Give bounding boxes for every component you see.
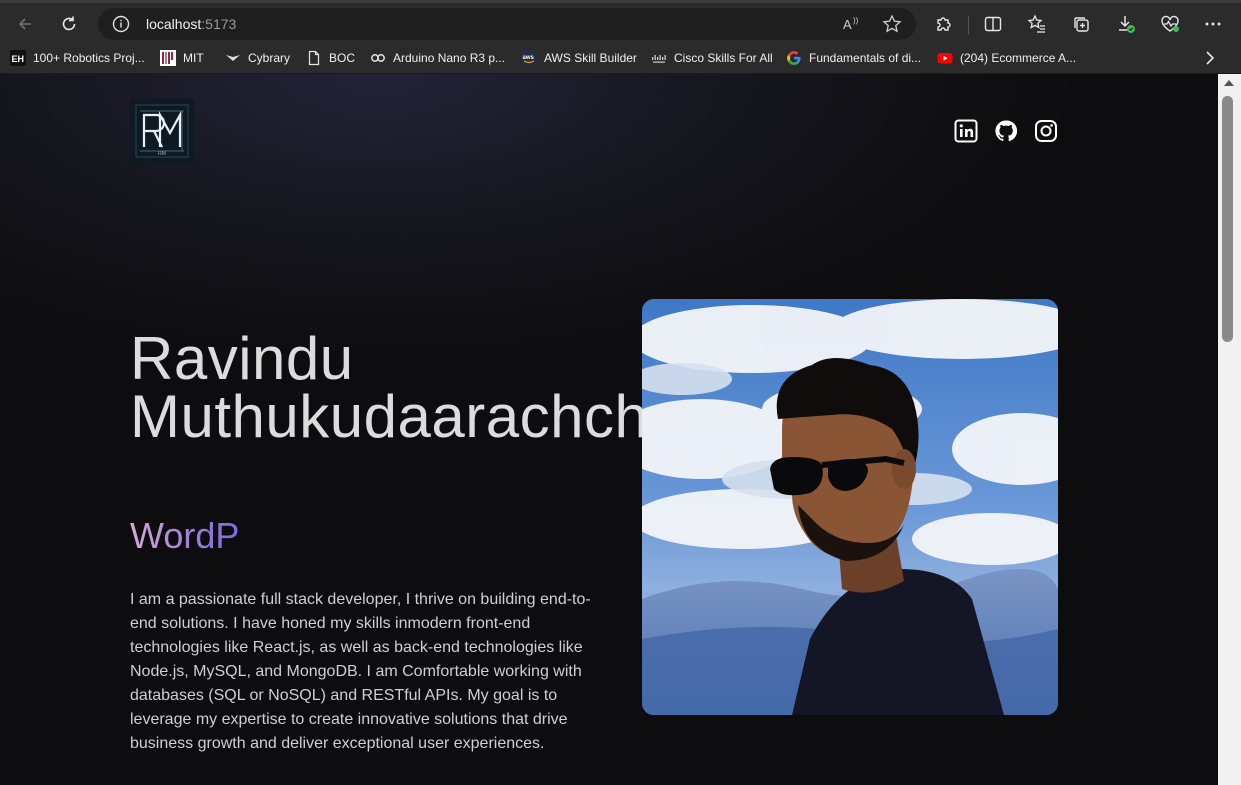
page-viewport: RM Ravindu Muthukudaarachchi WordP I am … — [0, 74, 1241, 785]
split-screen-button[interactable] — [982, 13, 1004, 35]
bookmark-item[interactable]: EH 100+ Robotics Proj... — [10, 48, 145, 68]
favorites-list-icon — [1027, 14, 1045, 33]
scroll-up-arrow-icon[interactable] — [1224, 80, 1234, 86]
url-host: localhost — [146, 16, 202, 32]
first-name: Ravindu — [130, 325, 354, 392]
bookmark-item[interactable]: Cisco Skills For All — [651, 48, 773, 68]
read-aloud-icon[interactable]: A)) — [842, 14, 862, 34]
mit-icon — [160, 50, 176, 66]
heart-pulse-icon — [1161, 15, 1179, 32]
favorite-star-icon[interactable] — [882, 14, 902, 34]
extensions-button[interactable] — [933, 13, 955, 35]
linkedin-icon[interactable] — [954, 119, 978, 143]
bookmark-item[interactable]: Fundamentals of di... — [786, 48, 921, 68]
chevron-right-icon[interactable] — [1203, 50, 1217, 66]
bookmark-label: AWS Skill Builder — [544, 51, 637, 65]
bio-paragraph: I am a passionate full stack developer, … — [130, 591, 591, 752]
bookmark-label: Cybrary — [248, 51, 291, 65]
browser-toolbar: localhost:5173 A)) — [0, 0, 1241, 42]
cisco-icon — [651, 50, 667, 66]
bookmark-item[interactable]: Cybrary — [225, 48, 290, 68]
bookmark-label: (204) Ecommerce A... — [960, 51, 1077, 65]
hero-name: Ravindu Muthukudaarachchi — [130, 325, 663, 450]
bookmark-item[interactable]: (204) Ecommerce A... — [937, 48, 1076, 68]
more-options-icon — [1205, 22, 1221, 26]
puzzle-icon — [937, 17, 951, 31]
last-name: Muthukudaarachchi — [130, 383, 663, 450]
profile-photo — [642, 299, 1058, 715]
back-arrow-icon — [18, 18, 31, 30]
svg-text:EH: EH — [12, 54, 25, 64]
reload-button[interactable] — [55, 10, 83, 38]
url-text: localhost:5173 — [146, 16, 236, 32]
svg-text:aws: aws — [523, 55, 535, 61]
page-icon — [306, 50, 322, 66]
reload-icon — [62, 16, 76, 31]
bookmark-item[interactable]: Arduino Nano R3 p... — [370, 48, 505, 68]
site-info-icon[interactable] — [112, 15, 130, 33]
toolbar-divider — [968, 16, 969, 34]
bookmark-item[interactable]: BOC — [306, 48, 355, 68]
favorites-button[interactable] — [1026, 13, 1048, 35]
bookmarks-bar: EH 100+ Robotics Proj... MIT Cybrary BOC… — [0, 42, 1241, 74]
logo-text: RM — [158, 151, 166, 157]
bookmark-label: Cisco Skills For All — [674, 51, 773, 65]
github-icon[interactable] — [994, 119, 1018, 143]
rm-logo-icon: RM — [135, 104, 189, 158]
bookmark-item[interactable]: aws AWS Skill Builder — [521, 48, 637, 68]
browser-essentials-button[interactable] — [1159, 13, 1181, 35]
bookmark-label: Fundamentals of di... — [809, 51, 922, 65]
aws-icon: aws — [521, 50, 537, 66]
collections-icon — [1074, 17, 1089, 32]
page-scrollbar[interactable] — [1218, 74, 1241, 785]
svg-text:)): )) — [853, 16, 859, 25]
svg-text:A: A — [843, 17, 852, 32]
collections-button[interactable] — [1070, 13, 1092, 35]
site-logo[interactable]: RM — [130, 99, 194, 163]
split-screen-icon — [984, 16, 1002, 32]
bookmark-label: MIT — [183, 51, 204, 65]
typing-role-text: WordP — [130, 515, 240, 556]
address-bar[interactable]: localhost:5173 A)) — [98, 8, 916, 40]
settings-menu-button[interactable] — [1202, 13, 1224, 35]
eh-icon: EH — [10, 50, 26, 66]
download-icon — [1119, 16, 1135, 33]
scroll-thumb[interactable] — [1222, 96, 1233, 342]
bookmark-item[interactable]: MIT — [160, 48, 204, 68]
url-port: :5173 — [201, 16, 237, 32]
youtube-icon — [937, 50, 953, 66]
downloads-button[interactable] — [1115, 13, 1137, 35]
bookmark-label: 100+ Robotics Proj... — [33, 51, 145, 65]
google-icon — [786, 50, 802, 66]
arduino-icon — [370, 50, 386, 66]
bookmark-label: Arduino Nano R3 p... — [393, 51, 506, 65]
bookmark-label: BOC — [329, 51, 356, 65]
instagram-icon[interactable] — [1034, 119, 1058, 143]
cybrary-icon — [225, 50, 241, 66]
back-button[interactable] — [11, 10, 39, 38]
